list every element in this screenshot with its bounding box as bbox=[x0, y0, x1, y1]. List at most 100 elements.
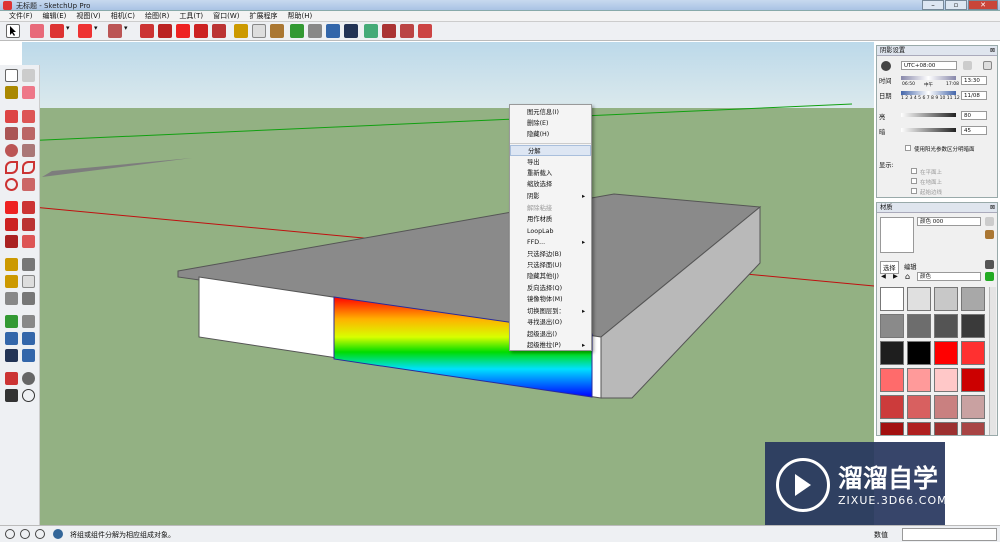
menu-item-hide-others[interactable]: 隐藏其他(J) bbox=[510, 271, 591, 282]
shadow-toggle-icon[interactable] bbox=[881, 61, 891, 71]
pan-tool-icon[interactable] bbox=[308, 24, 322, 38]
minimize-button[interactable]: – bbox=[922, 0, 944, 10]
menu-file[interactable]: 文件(F) bbox=[4, 11, 38, 21]
menu-window[interactable]: 窗口(W) bbox=[208, 11, 244, 21]
section-plane-icon[interactable] bbox=[22, 389, 35, 402]
on-ground-checkbox[interactable] bbox=[911, 178, 917, 184]
measurements-input[interactable] bbox=[902, 528, 997, 541]
color-swatch[interactable] bbox=[907, 341, 931, 365]
display-secondary-icon[interactable] bbox=[985, 217, 994, 226]
color-swatch[interactable] bbox=[880, 422, 904, 435]
push-pull-tool-icon[interactable] bbox=[22, 201, 35, 214]
dropdown-arrow-icon[interactable]: ▾ bbox=[94, 24, 102, 38]
dark-slider[interactable] bbox=[901, 128, 956, 132]
zoom-extents-icon[interactable] bbox=[5, 349, 18, 362]
color-swatch[interactable] bbox=[880, 395, 904, 419]
help-icon[interactable] bbox=[53, 529, 63, 539]
eraser-tool-icon[interactable] bbox=[30, 24, 44, 38]
color-swatch[interactable] bbox=[934, 395, 958, 419]
expand-icon[interactable] bbox=[983, 61, 992, 70]
protractor-icon[interactable] bbox=[5, 275, 18, 288]
swatch-scrollbar[interactable] bbox=[989, 287, 996, 435]
light-slider[interactable] bbox=[901, 113, 956, 117]
color-swatch[interactable] bbox=[880, 314, 904, 338]
color-swatch[interactable] bbox=[961, 395, 985, 419]
color-swatch[interactable] bbox=[961, 368, 985, 392]
color-swatch[interactable] bbox=[934, 314, 958, 338]
arc-tool-icon[interactable] bbox=[78, 24, 92, 38]
select-tool-icon[interactable] bbox=[5, 69, 18, 82]
color-swatch[interactable] bbox=[880, 287, 904, 311]
menu-item-erase[interactable]: 删除(E) bbox=[510, 118, 591, 129]
move-tool-icon[interactable] bbox=[176, 24, 190, 38]
forward-icon[interactable]: ▶ bbox=[893, 273, 898, 280]
from-edges-checkbox[interactable] bbox=[911, 188, 917, 194]
date-slider[interactable] bbox=[901, 91, 956, 95]
sun-shading-checkbox[interactable] bbox=[905, 145, 911, 151]
light-input[interactable]: 80 bbox=[961, 111, 987, 120]
menu-item-export[interactable]: 导出 bbox=[510, 157, 591, 168]
color-swatch[interactable] bbox=[934, 422, 958, 435]
geolocation-icon[interactable] bbox=[5, 529, 15, 539]
text-tool-icon[interactable] bbox=[252, 24, 266, 38]
position-camera-icon[interactable] bbox=[5, 372, 18, 385]
rectangle-tool-icon[interactable] bbox=[5, 127, 18, 140]
menu-view[interactable]: 视图(V) bbox=[71, 11, 105, 21]
orbit-tool-icon[interactable] bbox=[290, 24, 304, 38]
close-button[interactable]: ✕ bbox=[968, 0, 998, 10]
rotate-tool-icon[interactable] bbox=[194, 24, 208, 38]
follow-me-tool-icon[interactable] bbox=[158, 24, 172, 38]
model-viewport[interactable] bbox=[22, 42, 874, 525]
menu-item-select-edges[interactable]: 只选择边(B) bbox=[510, 249, 591, 260]
rectangle-tool-icon[interactable] bbox=[108, 24, 122, 38]
on-faces-checkbox[interactable] bbox=[911, 168, 917, 174]
pan-tool-icon[interactable] bbox=[22, 315, 35, 328]
menu-item-zoom-selection[interactable]: 缩放选择 bbox=[510, 179, 591, 190]
look-around-icon[interactable] bbox=[22, 372, 35, 385]
color-swatch[interactable] bbox=[934, 287, 958, 311]
details-icon[interactable] bbox=[985, 272, 994, 281]
back-icon[interactable]: ◀ bbox=[881, 273, 886, 280]
color-swatch[interactable] bbox=[907, 395, 931, 419]
color-swatch[interactable] bbox=[880, 341, 904, 365]
color-swatch[interactable] bbox=[934, 341, 958, 365]
panel-close-icon[interactable]: ⊠ bbox=[990, 46, 995, 56]
orbit-tool-icon[interactable] bbox=[5, 315, 18, 328]
maximize-button[interactable]: ▫ bbox=[945, 0, 967, 10]
menu-item-invert-selection[interactable]: 反向选择(Q) bbox=[510, 283, 591, 294]
menu-item-reload[interactable]: 重新载入 bbox=[510, 168, 591, 179]
color-swatch[interactable] bbox=[907, 422, 931, 435]
dropdown-arrow-icon[interactable]: ▾ bbox=[124, 24, 132, 38]
color-swatch[interactable] bbox=[961, 314, 985, 338]
color-swatch[interactable] bbox=[907, 287, 931, 311]
rotate-tool-icon[interactable] bbox=[5, 218, 18, 231]
polygon-tool-icon[interactable] bbox=[22, 144, 35, 157]
panel-close-icon[interactable]: ⊠ bbox=[990, 203, 995, 213]
color-swatch[interactable] bbox=[880, 368, 904, 392]
menu-item-shadows[interactable]: 阴影 bbox=[510, 191, 591, 202]
walk-tool-icon[interactable] bbox=[5, 389, 18, 402]
eyedropper-icon[interactable] bbox=[985, 260, 994, 269]
3d-text-icon[interactable] bbox=[22, 292, 35, 305]
arc-tool-icon[interactable] bbox=[5, 161, 18, 174]
pie-tool-icon[interactable] bbox=[22, 178, 35, 191]
time-input[interactable]: 13:30 bbox=[961, 76, 987, 85]
zoom-extents-icon[interactable] bbox=[344, 24, 358, 38]
menu-item-select-faces[interactable]: 只选择面(U) bbox=[510, 260, 591, 271]
home-icon[interactable]: ⌂ bbox=[905, 272, 910, 281]
menu-item-looplab[interactable]: LoopLab bbox=[510, 226, 591, 237]
paint-bucket-icon[interactable] bbox=[5, 86, 18, 99]
menu-item-explode[interactable]: 分解 bbox=[510, 145, 591, 156]
color-swatch[interactable] bbox=[961, 422, 985, 435]
offset-tool-icon[interactable] bbox=[22, 235, 35, 248]
color-swatch[interactable] bbox=[934, 368, 958, 392]
menu-camera[interactable]: 相机(C) bbox=[106, 11, 140, 21]
material-name-input[interactable]: 颜色 000 bbox=[917, 217, 981, 226]
menu-help[interactable]: 帮助(H) bbox=[282, 11, 317, 21]
menu-item-entity-info[interactable]: 图元信息(I) bbox=[510, 107, 591, 118]
warehouse-icon[interactable] bbox=[364, 24, 378, 38]
menu-item-ffd[interactable]: FFD... bbox=[510, 237, 591, 248]
menu-draw[interactable]: 绘图(R) bbox=[140, 11, 174, 21]
menu-tools[interactable]: 工具(T) bbox=[174, 11, 208, 21]
two-point-arc-icon[interactable] bbox=[22, 161, 35, 174]
